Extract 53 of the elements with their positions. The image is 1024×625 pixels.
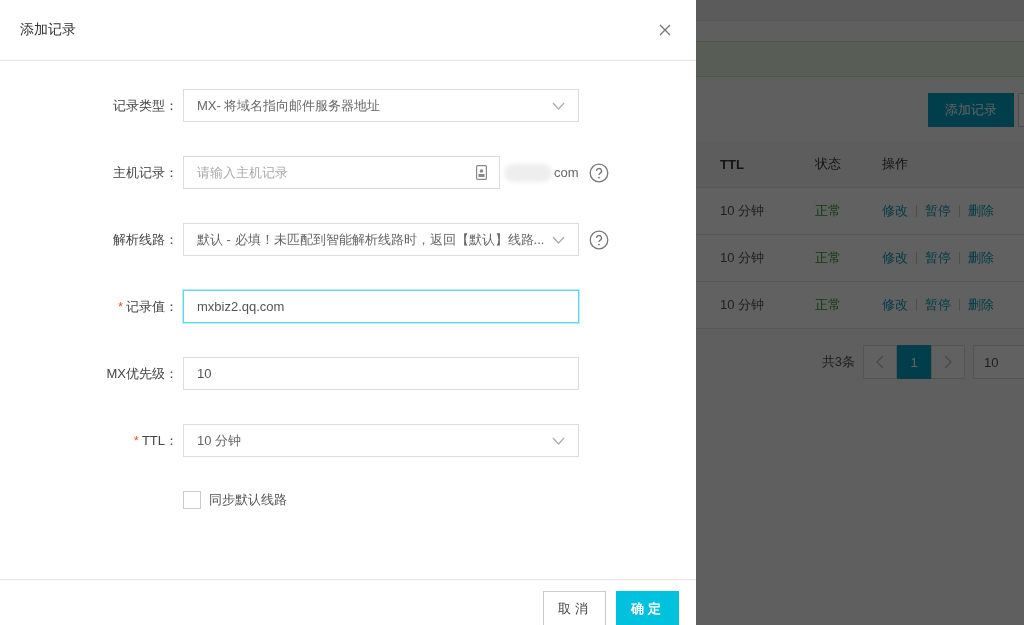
caret-icon [552,101,565,110]
action-link[interactable]: 暂停 [925,249,951,267]
checkbox[interactable] [183,491,201,509]
input-field[interactable]: 请输入主机记录 [183,156,500,189]
select-field[interactable]: 10 分钟 [183,424,579,457]
contact-card-icon [476,165,487,180]
column-header: 操作 [882,155,909,173]
action-link[interactable]: 修改 [882,202,908,220]
column-header: TTL [719,156,745,172]
status-text: 正常 [815,249,842,267]
field-label: 记录值： [126,297,178,316]
select-field[interactable]: MX- 将域名指向邮件服务器地址 [183,89,579,122]
status-text: 正常 [815,202,842,220]
action-link[interactable]: 暂停 [925,296,951,314]
required-mark: * [133,433,139,448]
field-label: 主机记录： [113,163,178,182]
domain-suffix: com [554,165,579,180]
action-link[interactable]: 修改 [882,249,908,267]
action-link[interactable]: 修改 [882,296,908,314]
table-cell-text: 10 分钟 [719,296,766,314]
help-icon[interactable] [588,162,609,183]
confirm-button[interactable]: 确定 [616,591,679,625]
input-field[interactable]: mxbiz2.qq.com [183,290,579,323]
next-page-button[interactable] [931,345,965,379]
add-record-button[interactable]: 添加记录 [928,93,1014,127]
chevron-left-icon [876,355,884,369]
action-link[interactable]: 删除 [968,249,994,267]
caret-icon [552,436,565,445]
field-label: 解析线路： [113,230,178,249]
required-mark: * [117,299,123,314]
field-label: TTL： [141,431,178,450]
status-text: 正常 [815,296,842,314]
chevron-right-icon [944,355,952,369]
dialog-title: 添加记录 [20,21,76,39]
page-size-select[interactable]: 10 [973,345,1024,379]
caret-icon [552,235,565,244]
action-link[interactable]: 删除 [968,296,994,314]
input-field[interactable]: 10 [183,357,579,390]
help-icon[interactable] [589,229,609,250]
table-cell-text: 10 分钟 [719,202,766,220]
page-button[interactable]: 1 [897,345,931,379]
select-field[interactable]: 默认 - 必填！未匹配到智能解析线路时，返回【默认】线路... [183,223,579,256]
checkbox-label: 同步默认线路 [209,491,287,509]
table-cell-text: 10 分钟 [719,249,766,267]
action-link[interactable]: 暂停 [925,202,951,220]
action-link[interactable]: 删除 [968,202,994,220]
prev-page-button[interactable] [863,345,897,379]
total-count: 共3条 [821,353,855,371]
cancel-button[interactable]: 取消 [543,591,606,625]
close-button[interactable] [658,23,672,37]
field-label: MX优先级： [106,364,178,383]
field-label: 记录类型： [113,96,178,115]
column-header: 状态 [815,155,842,173]
